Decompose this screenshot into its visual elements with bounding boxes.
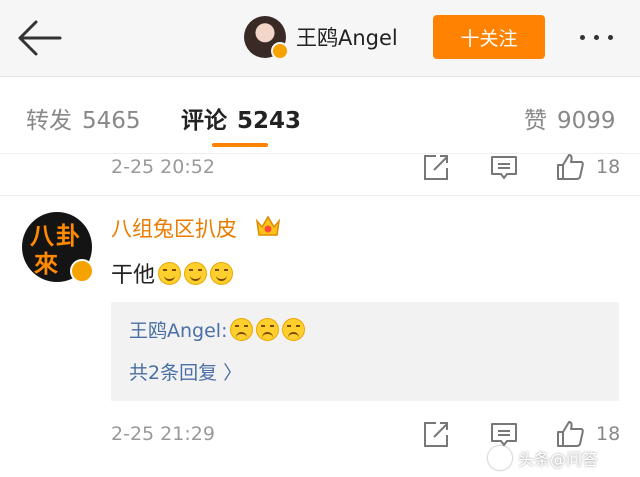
- like-icon[interactable]: [555, 152, 585, 182]
- avatar[interactable]: [244, 16, 289, 60]
- like-icon[interactable]: [555, 419, 585, 449]
- watermark: 头条@问答: [488, 446, 598, 470]
- tab-bar: 转发 5465 评论 5243 赞 9099: [0, 77, 640, 154]
- svg-text:八: 八: [30, 222, 55, 250]
- comment-icon[interactable]: [489, 152, 519, 182]
- like-count: 18: [596, 423, 621, 445]
- share-icon[interactable]: [422, 419, 450, 449]
- tab-reposts[interactable]: 转发 5465: [26, 101, 141, 135]
- active-tab-indicator: [212, 143, 268, 147]
- comment-author[interactable]: 八组兔区扒皮: [111, 213, 237, 243]
- divider: [0, 195, 640, 196]
- tab-likes[interactable]: 赞 9099: [524, 101, 616, 135]
- profile-header[interactable]: 王鸥Angel: [244, 14, 398, 60]
- verified-badge-icon: [271, 42, 289, 60]
- tab-label: 转发: [26, 108, 72, 134]
- grin-emoji-icon: [184, 261, 208, 285]
- tab-label: 评论: [181, 108, 227, 134]
- comment-text: 干他: [111, 263, 156, 288]
- top-bar: 王鸥Angel 十关注: [0, 0, 640, 77]
- reply-line: 王鸥Angel:: [129, 316, 306, 343]
- comment-icon[interactable]: [489, 419, 519, 449]
- verified-badge-icon: [70, 259, 94, 283]
- comment-body: 干他: [111, 257, 234, 289]
- comment-time: 2-25 20:52: [111, 156, 215, 178]
- like-count: 18: [596, 156, 621, 178]
- back-arrow-icon: [18, 20, 62, 56]
- comment-actions: 2-25 20:52 18: [0, 152, 640, 188]
- tab-count: 9099: [557, 108, 616, 134]
- watermark-text: 头条@问答: [518, 450, 599, 469]
- view-replies-link[interactable]: 共2条回复 〉: [129, 358, 242, 385]
- more-options-icon[interactable]: [580, 35, 613, 40]
- svg-text:卦: 卦: [56, 222, 80, 250]
- laugh-cry-emoji-icon: [256, 318, 280, 341]
- follow-button[interactable]: 十关注: [433, 15, 545, 59]
- laugh-cry-emoji-icon: [282, 318, 306, 341]
- svg-text:來: 來: [34, 250, 58, 278]
- profile-name: 王鸥Angel: [296, 26, 398, 50]
- crown-badge-icon: [255, 215, 281, 236]
- tab-count: 5465: [82, 108, 141, 134]
- avatar[interactable]: 八 卦 來: [22, 212, 94, 283]
- watermark-logo-icon: [488, 446, 512, 470]
- reply-preview[interactable]: 王鸥Angel: 共2条回复 〉: [111, 302, 619, 401]
- grin-emoji-icon: [210, 261, 234, 285]
- share-icon[interactable]: [422, 152, 450, 182]
- tab-count: 5243: [237, 108, 302, 134]
- reply-author[interactable]: 王鸥Angel:: [129, 316, 227, 343]
- grin-emoji-icon: [158, 261, 182, 285]
- back-button[interactable]: [16, 18, 62, 58]
- laugh-cry-emoji-icon: [230, 318, 254, 341]
- tab-comments[interactable]: 评论 5243: [181, 101, 301, 135]
- tab-label: 赞: [524, 108, 547, 134]
- comment-time: 2-25 21:29: [111, 423, 215, 445]
